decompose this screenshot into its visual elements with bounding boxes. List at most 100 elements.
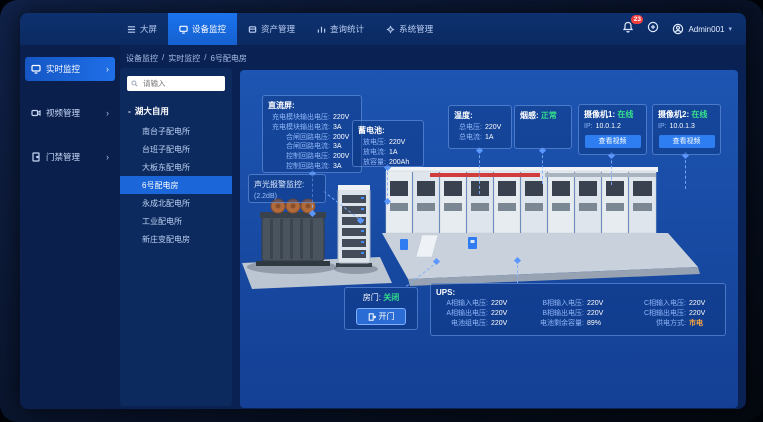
tree-item[interactable]: 大板东配电所	[120, 158, 232, 176]
panel-title: 烟感:	[520, 111, 539, 120]
breadcrumb-item[interactable]: 设备监控	[126, 53, 158, 64]
status-badge: 正常	[541, 111, 557, 120]
metric-label: 合闸回路电压:	[268, 133, 330, 143]
status-badge: 在线	[691, 110, 707, 119]
connector-line	[611, 155, 612, 185]
metric-value: 220V	[491, 319, 507, 329]
metric-label: 放电压:	[358, 138, 386, 148]
notifications-button[interactable]: 23	[622, 20, 634, 38]
metric-value: 200Ah	[389, 158, 409, 168]
user-menu[interactable]: Admin001 ▾	[672, 23, 732, 35]
cabinet-red-stripe	[430, 173, 540, 177]
metric-label: 总电流:	[454, 133, 482, 143]
tree-root-node[interactable]: - 湖大自用	[120, 100, 232, 122]
view-video-button[interactable]: 查看视频	[659, 135, 715, 148]
metric-label: B相输入电压:	[532, 299, 584, 309]
metric-value: 220V	[485, 123, 501, 133]
tree-item-selected[interactable]: 6号配电房	[120, 176, 232, 194]
sidebar-label: 视频管理	[46, 107, 80, 119]
metric-label: 电池剩余容量:	[532, 319, 584, 329]
tree-item[interactable]: 台班子配电所	[120, 140, 232, 158]
fullscreen-button[interactable]	[647, 20, 659, 38]
nav-item-query-statistics[interactable]: 查询统计	[306, 13, 375, 45]
fullscreen-icon	[647, 21, 659, 33]
device-bezel: 大屏 设备监控 资产管理 查询统计 系统管理 23	[0, 0, 763, 422]
station-tree-panel: - 湖大自用 南台子配电所 台班子配电所 大板东配电所 6号配电房 永成北配电所…	[120, 68, 232, 406]
search-input[interactable]	[141, 78, 221, 89]
tree-item[interactable]: 新庄变配电房	[120, 230, 232, 248]
nav-item-system-management[interactable]: 系统管理	[375, 13, 444, 45]
nav-label: 大屏	[140, 23, 157, 35]
avatar-icon	[672, 23, 684, 35]
metric-label: C相输入电压:	[634, 299, 686, 309]
sidebar-item-video-management[interactable]: 视频管理 ›	[25, 101, 115, 125]
chevron-down-icon: ▾	[728, 25, 732, 33]
dc-panel: 直流屏: 充电模块输出电压:220V 充电模块输出电流:3A 合闸回路电压:20…	[262, 95, 362, 173]
tree-list: - 湖大自用 南台子配电所 台班子配电所 大板东配电所 6号配电房 永成北配电所…	[120, 100, 232, 248]
nav-label: 查询统计	[330, 23, 364, 35]
metric-label: A相输入电压:	[436, 299, 488, 309]
sidebar-item-access-control[interactable]: 门禁管理 ›	[25, 145, 115, 169]
panel-title: UPS:	[436, 288, 720, 297]
open-door-button[interactable]: 开门	[356, 308, 406, 325]
smoke-detector-panel: 烟感: 正常	[514, 105, 572, 149]
connector-line	[685, 155, 686, 189]
door-label: 房门:	[363, 293, 381, 302]
metric-value: 3A	[333, 142, 342, 152]
nav-item-device-monitoring[interactable]: 设备监控	[168, 13, 237, 45]
chart-icon	[317, 25, 326, 34]
camera2-panel: 摄像机2: 在线 IP:10.0.1.3 查看视频	[652, 104, 721, 155]
tree-search	[127, 76, 225, 91]
ip-label: IP:	[584, 122, 593, 132]
chevron-right-icon: ›	[106, 108, 109, 118]
view-video-button[interactable]: 查看视频	[585, 135, 641, 148]
switchgear-cabinet-row	[386, 171, 656, 233]
metric-value: 220V	[389, 138, 405, 148]
breadcrumb-item: 6号配电房	[210, 53, 246, 64]
metric-label: C相输出电压:	[634, 309, 686, 319]
collapse-icon[interactable]: -	[128, 106, 131, 116]
metric-label: 合闸回路电流:	[268, 142, 330, 152]
metric-value: 200V	[333, 133, 349, 143]
metric-value: 1A	[389, 148, 398, 158]
breadcrumb-separator: /	[204, 53, 206, 64]
battery-rack-cabinet	[336, 185, 372, 267]
nav-item-asset-management[interactable]: 资产管理	[237, 13, 306, 45]
battery-panel: 蓄电池: 放电压:220V 放电流:1A 放容量:200Ah	[352, 120, 424, 167]
sidebar: 实时监控 › 视频管理 › 门禁管理 ›	[20, 45, 120, 409]
tree-item[interactable]: 南台子配电所	[120, 122, 232, 140]
menu-icon	[127, 25, 136, 34]
sound-alarm-panel: 声光报警监控: (2.2dB)	[248, 174, 326, 203]
metric-label: 电池组电压:	[436, 319, 488, 329]
breadcrumb-separator: /	[162, 53, 164, 64]
tree-item[interactable]: 永成北配电所	[120, 194, 232, 212]
search-icon	[131, 80, 138, 87]
metric-value: 1A	[485, 133, 494, 143]
metric-value: 3A	[333, 162, 342, 172]
app-window: 大屏 设备监控 资产管理 查询统计 系统管理 23	[20, 13, 746, 409]
connector-line	[542, 150, 543, 184]
panel-title: 摄像机2:	[658, 110, 689, 119]
breadcrumb-item[interactable]: 实时监控	[168, 53, 200, 64]
notification-badge: 23	[631, 15, 643, 24]
metric-label: 供电方式:	[634, 319, 686, 329]
metric-label: A相输出电压:	[436, 309, 488, 319]
panel-title: 直流屏:	[268, 100, 356, 111]
metric-value: 220V	[491, 299, 507, 309]
metric-label: 控制回路电压:	[268, 152, 330, 162]
metric-value: 89%	[587, 319, 601, 329]
sidebar-label: 门禁管理	[46, 151, 80, 163]
metric-value: 220V	[689, 299, 705, 309]
ip-label: IP:	[658, 122, 667, 132]
open-door-label: 开门	[379, 311, 395, 322]
ups-metrics-grid: A相输入电压:220V B相输入电压:220V C相输入电压:220V A相输出…	[436, 299, 720, 328]
nav-item-dashboard[interactable]: 大屏	[116, 13, 168, 45]
metric-value: 220V	[689, 309, 705, 319]
tree-item[interactable]: 工业配电所	[120, 212, 232, 230]
panel-title: 声光报警监控:	[254, 179, 320, 190]
nav-label: 系统管理	[399, 23, 433, 35]
camera1-panel: 摄像机1: 在线 IP:10.0.1.2 查看视频	[578, 104, 647, 155]
sidebar-item-realtime-monitoring[interactable]: 实时监控 ›	[25, 57, 115, 81]
door-icon	[31, 152, 41, 162]
ups-panel: UPS: A相输入电压:220V B相输入电压:220V C相输入电压:220V…	[430, 283, 726, 336]
